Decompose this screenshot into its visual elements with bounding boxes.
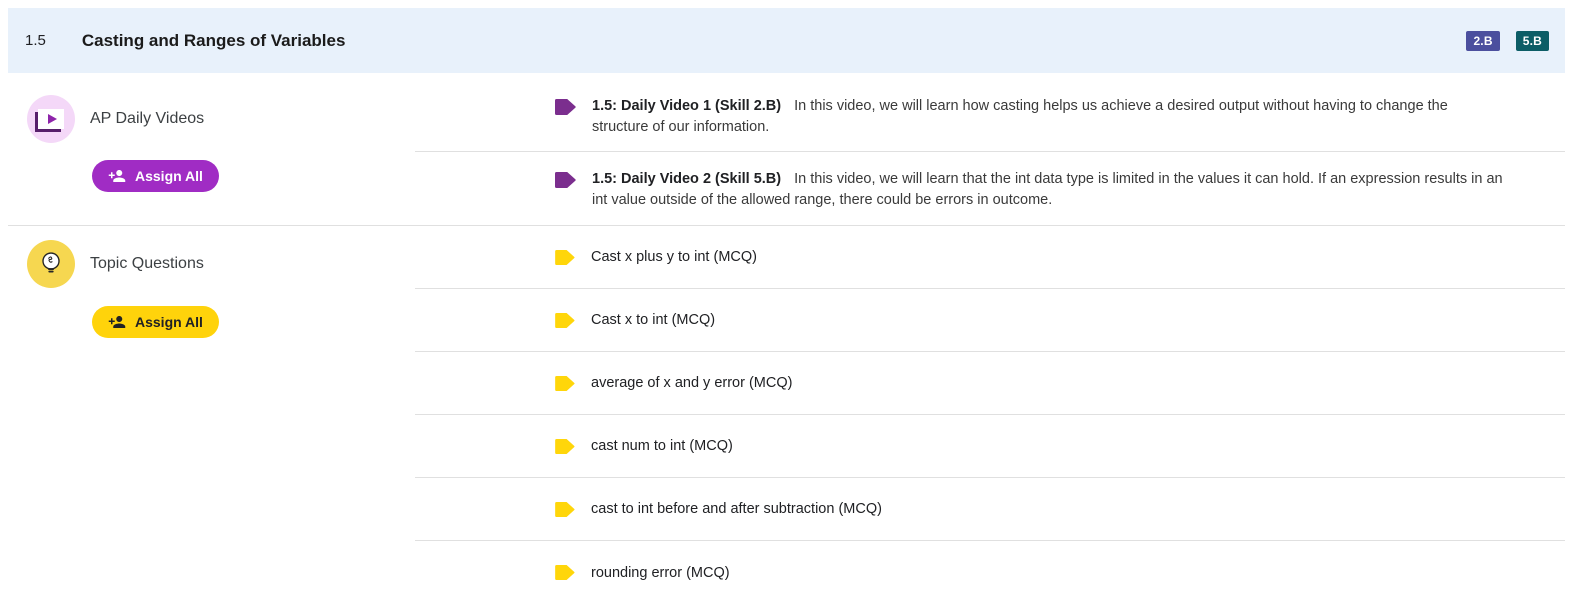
videos-section-summary: AP Daily Videos Assign All bbox=[8, 75, 415, 225]
question-item[interactable]: rounding error (MCQ) bbox=[415, 541, 1565, 603]
play-icon bbox=[38, 109, 64, 129]
video-icon bbox=[27, 95, 75, 143]
question-item-label: Cast x plus y to int (MCQ) bbox=[591, 249, 757, 265]
question-tag-icon bbox=[555, 250, 575, 265]
questions-section-title: Topic Questions bbox=[90, 255, 204, 273]
topic-header: 1.5 Casting and Ranges of Variables 2.B … bbox=[8, 8, 1565, 73]
question-tag-icon bbox=[555, 565, 575, 580]
question-tag-icon bbox=[555, 439, 575, 454]
videos-section-title: AP Daily Videos bbox=[90, 110, 204, 128]
question-tag-icon bbox=[555, 313, 575, 328]
question-tag-icon bbox=[555, 502, 575, 517]
skill-badge-5b: 5.B bbox=[1516, 31, 1549, 51]
lightbulb-icon bbox=[27, 240, 75, 288]
question-item-label: cast num to int (MCQ) bbox=[591, 438, 733, 454]
question-item[interactable]: cast num to int (MCQ) bbox=[415, 415, 1565, 478]
topic-title: Casting and Ranges of Variables bbox=[82, 31, 346, 51]
video-tag-icon bbox=[555, 172, 576, 188]
videos-list: 1.5: Daily Video 1 (Skill 2.B)In this vi… bbox=[415, 75, 1565, 225]
person-add-icon bbox=[108, 167, 126, 185]
question-tag-icon bbox=[555, 376, 575, 391]
skill-badge-2b: 2.B bbox=[1466, 31, 1499, 51]
assign-all-questions-label: Assign All bbox=[135, 314, 203, 330]
skill-badges: 2.B 5.B bbox=[1466, 31, 1549, 51]
video-item[interactable]: 1.5: Daily Video 2 (Skill 5.B)In this vi… bbox=[415, 152, 1565, 225]
assign-all-videos-label: Assign All bbox=[135, 168, 203, 184]
topic-page: 1.5 Casting and Ranges of Variables 2.B … bbox=[0, 0, 1573, 603]
question-item[interactable]: Cast x plus y to int (MCQ) bbox=[415, 226, 1565, 289]
question-item[interactable]: cast to int before and after subtraction… bbox=[415, 478, 1565, 541]
assign-all-videos-button[interactable]: Assign All bbox=[92, 160, 219, 192]
section-topic-questions: Topic Questions Assign All Cast x plus y… bbox=[8, 226, 1565, 603]
question-item-label: Cast x to int (MCQ) bbox=[591, 312, 715, 328]
questions-list: Cast x plus y to int (MCQ) Cast x to int… bbox=[415, 226, 1565, 603]
video-item-title: 1.5: Daily Video 1 (Skill 2.B) bbox=[592, 98, 781, 114]
topic-number: 1.5 bbox=[25, 32, 46, 49]
questions-section-summary: Topic Questions Assign All bbox=[8, 226, 415, 603]
video-item[interactable]: 1.5: Daily Video 1 (Skill 2.B)In this vi… bbox=[415, 75, 1565, 152]
question-item[interactable]: Cast x to int (MCQ) bbox=[415, 289, 1565, 352]
video-item-title: 1.5: Daily Video 2 (Skill 5.B) bbox=[592, 171, 781, 187]
video-tag-icon bbox=[555, 99, 576, 115]
person-add-icon bbox=[108, 313, 126, 331]
question-item-label: average of x and y error (MCQ) bbox=[591, 375, 792, 391]
question-item-label: cast to int before and after subtraction… bbox=[591, 501, 882, 517]
section-ap-daily-videos: AP Daily Videos Assign All 1.5: Daily Vi… bbox=[8, 75, 1565, 226]
video-item-text: 1.5: Daily Video 1 (Skill 2.B)In this vi… bbox=[592, 96, 1505, 138]
question-item-label: rounding error (MCQ) bbox=[591, 565, 730, 581]
assign-all-questions-button[interactable]: Assign All bbox=[92, 306, 219, 338]
question-item[interactable]: average of x and y error (MCQ) bbox=[415, 352, 1565, 415]
video-item-text: 1.5: Daily Video 2 (Skill 5.B)In this vi… bbox=[592, 169, 1505, 211]
